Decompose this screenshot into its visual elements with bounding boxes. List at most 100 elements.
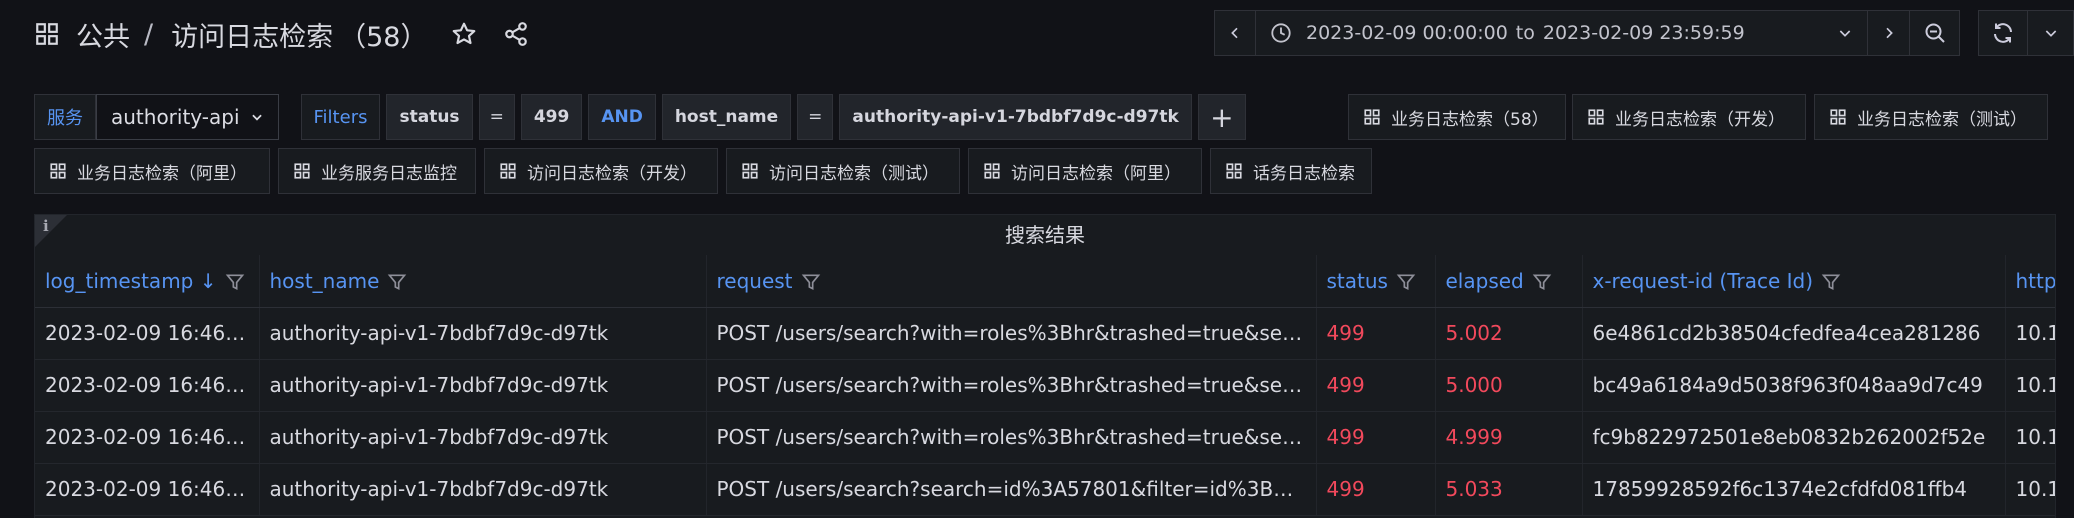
- filter-value-status[interactable]: 499: [520, 94, 583, 140]
- cell-elapsed: 5.002: [1435, 307, 1583, 360]
- zoom-out-icon: [1925, 23, 1945, 43]
- dashboard-link-label: 话务日志检索: [1253, 163, 1355, 184]
- variables-bar: 服务 authority-api Filters status = 499 AN…: [34, 94, 1246, 140]
- column-header-label: log_timestamp: [45, 268, 194, 293]
- breadcrumb-folder[interactable]: 公共: [76, 15, 130, 54]
- table-row[interactable]: 2023-02-09 16:46:23 authority-api-v1-7bd…: [35, 463, 2055, 516]
- dashboard-link-call-log[interactable]: 话务日志检索: [1210, 148, 1372, 194]
- search-results-panel: i 搜索结果 log_timestamp ↓ host_name request…: [34, 214, 2056, 518]
- cell-x-request-id: 6e4861cd2b38504cfedfea4cea281286: [1582, 307, 2006, 360]
- add-filter-button[interactable]: +: [1197, 94, 1246, 140]
- dashboard-link-label: 访问日志检索（阿里）: [1011, 163, 1181, 184]
- chevron-down-icon: [251, 114, 262, 121]
- filter-operator[interactable]: =: [797, 94, 834, 140]
- column-header-log-timestamp[interactable]: log_timestamp ↓: [35, 255, 260, 308]
- page-title[interactable]: 访问日志检索: [171, 15, 333, 54]
- filter-key-status[interactable]: status: [386, 94, 473, 140]
- time-range-from: 2023-02-09 00:00:00: [1306, 22, 1508, 44]
- time-range-to-word: to: [1515, 22, 1535, 44]
- dashboard-grid-icon: [1364, 109, 1380, 125]
- cell-host-name: authority-api-v1-7bdbf7d9c-d97tk: [259, 411, 707, 464]
- filter-icon[interactable]: [1396, 272, 1416, 292]
- column-header-label: x-request-id (Trace Id): [1592, 268, 1814, 293]
- column-header-http[interactable]: http_: [2005, 255, 2055, 308]
- column-header-status[interactable]: status: [1316, 255, 1436, 308]
- dashboard-link-biz-log-58[interactable]: 业务日志检索（58）: [1348, 94, 1566, 140]
- filter-icon[interactable]: [1532, 272, 1552, 292]
- top-bar: 公共 / 访问日志检索 （58） 2023-02-09 00:00:00 to …: [0, 0, 2074, 68]
- cell-host-name: authority-api-v1-7bdbf7d9c-d97tk: [259, 307, 707, 360]
- table-row[interactable]: 2023-02-09 16:46:28 authority-api-v1-7bd…: [35, 359, 2055, 412]
- sort-desc-icon: ↓: [199, 268, 217, 293]
- time-forward-button[interactable]: [1868, 10, 1910, 56]
- time-range-to: 2023-02-09 23:59:59: [1542, 22, 1745, 44]
- filter-conjunction[interactable]: AND: [588, 94, 656, 140]
- column-header-label: request: [716, 268, 793, 293]
- refresh-icon: [1994, 23, 2012, 43]
- filters-label: Filters: [300, 94, 381, 140]
- dashboard-grid-icon: [36, 23, 58, 45]
- dashboard-link-access-log-test[interactable]: 访问日志检索（测试）: [726, 148, 960, 194]
- filter-icon[interactable]: [387, 272, 407, 292]
- cell-status: 499: [1316, 307, 1436, 360]
- service-variable-label: 服务: [34, 94, 96, 140]
- filter-value-host-name[interactable]: authority-api-v1-7bdbf7d9c-d97tk: [839, 94, 1192, 140]
- column-header-label: host_name: [269, 268, 380, 293]
- dashboard-link-biz-log-ali[interactable]: 业务日志检索（阿里）: [34, 148, 270, 194]
- time-range-picker[interactable]: 2023-02-09 00:00:00 to 2023-02-09 23:59:…: [1256, 10, 1868, 56]
- cell-elapsed: 4.999: [1435, 411, 1583, 464]
- service-variable-value: authority-api: [111, 105, 240, 129]
- dashboard-grid-icon: [294, 163, 310, 179]
- column-header-x-request-id[interactable]: x-request-id (Trace Id): [1582, 255, 2006, 308]
- cell-http: 10.1: [2005, 463, 2055, 516]
- cell-request: POST /users/search?with=roles%3Bhr&trash…: [706, 359, 1317, 412]
- dashboard-link-access-log-dev[interactable]: 访问日志检索（开发）: [484, 148, 718, 194]
- cell-log-timestamp: 2023-02-09 16:46:29: [35, 307, 260, 360]
- cell-status: 499: [1316, 411, 1436, 464]
- cell-elapsed: 5.000: [1435, 359, 1583, 412]
- dashboard-link-biz-log-test[interactable]: 业务日志检索（测试）: [1814, 94, 2048, 140]
- cell-log-timestamp: 2023-02-09 16:46:28: [35, 359, 260, 412]
- panel-title[interactable]: 搜索结果: [35, 215, 2055, 255]
- breadcrumb-separator: /: [144, 18, 154, 50]
- table-row[interactable]: 2023-02-09 16:46:29 authority-api-v1-7bd…: [35, 307, 2055, 360]
- table-header-row: log_timestamp ↓ host_name request status…: [35, 255, 2055, 308]
- refresh-button[interactable]: [1978, 10, 2028, 56]
- cell-http: 10.1: [2005, 359, 2055, 412]
- table-row[interactable]: 2023-02-09 16:46:25 authority-api-v1-7bd…: [35, 411, 2055, 464]
- cell-http: 10.1: [2005, 411, 2055, 464]
- filter-key-host-name[interactable]: host_name: [661, 94, 792, 140]
- filter-icon[interactable]: [225, 272, 245, 292]
- dashboard-link-biz-log-dev[interactable]: 业务日志检索（开发）: [1572, 94, 1806, 140]
- time-back-button[interactable]: [1214, 10, 1256, 56]
- zoom-out-button[interactable]: [1910, 10, 1960, 56]
- cell-request: POST /users/search?with=roles%3Bhr&trash…: [706, 307, 1317, 360]
- cell-x-request-id: bc49a6184a9d5038f963f048aa9d7c49: [1582, 359, 2006, 412]
- filter-operator[interactable]: =: [478, 94, 515, 140]
- cell-log-timestamp: 2023-02-09 16:46:25: [35, 411, 260, 464]
- dashboard-link-label: 业务日志检索（开发）: [1615, 109, 1785, 130]
- dashboard-link-label: 业务日志检索（58）: [1391, 109, 1549, 130]
- column-header-label: status: [1326, 268, 1388, 293]
- filter-icon[interactable]: [1821, 272, 1841, 292]
- dashboard-grid-icon: [500, 163, 516, 179]
- cell-status: 499: [1316, 463, 1436, 516]
- dashboard-grid-icon: [1226, 163, 1242, 179]
- cell-request: POST /users/search?with=roles%3Bhr&trash…: [706, 411, 1317, 464]
- time-controls: 2023-02-09 00:00:00 to 2023-02-09 23:59:…: [1214, 10, 2074, 56]
- filter-icon[interactable]: [801, 272, 821, 292]
- service-variable-select[interactable]: authority-api: [96, 94, 279, 140]
- dashboard-link-biz-service-monitor[interactable]: 业务服务日志监控: [278, 148, 476, 194]
- star-icon[interactable]: [448, 18, 480, 50]
- column-header-host-name[interactable]: host_name: [259, 255, 707, 308]
- column-header-request[interactable]: request: [706, 255, 1317, 308]
- chevron-down-icon: [1839, 30, 1851, 37]
- results-table: log_timestamp ↓ host_name request status…: [35, 255, 2055, 516]
- cell-host-name: authority-api-v1-7bdbf7d9c-d97tk: [259, 463, 707, 516]
- refresh-interval-dropdown[interactable]: [2028, 10, 2074, 56]
- column-header-elapsed[interactable]: elapsed: [1435, 255, 1583, 308]
- dashboard-link-access-log-ali[interactable]: 访问日志检索（阿里）: [968, 148, 1202, 194]
- share-icon[interactable]: [500, 18, 532, 50]
- chevron-down-icon: [2045, 30, 2056, 37]
- cell-host-name: authority-api-v1-7bdbf7d9c-d97tk: [259, 359, 707, 412]
